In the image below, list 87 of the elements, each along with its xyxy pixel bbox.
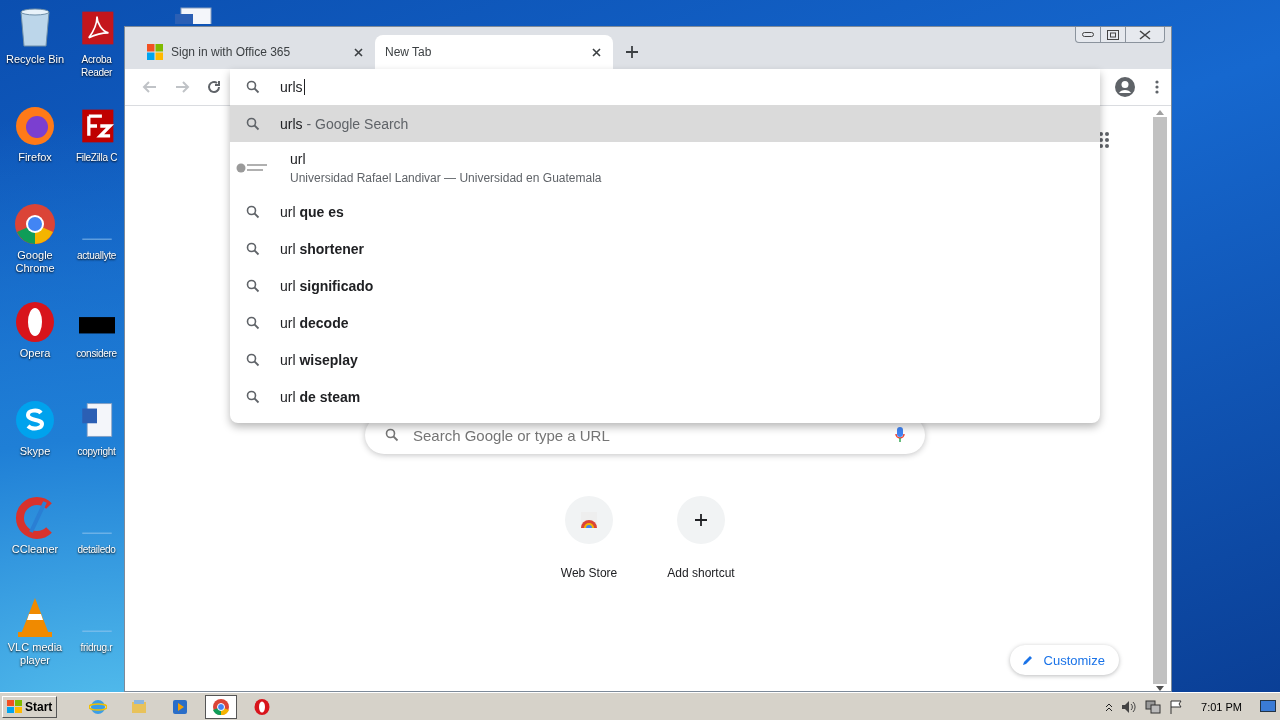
plus-icon: [695, 514, 707, 526]
shortcut-label: Web Store: [560, 566, 618, 580]
search-icon: [246, 315, 260, 330]
shortcut-label: Add shortcut: [667, 566, 735, 580]
folder-icon: [130, 697, 149, 716]
e-globe-icon: [89, 697, 108, 716]
suggestion-text: urls: [280, 115, 303, 132]
rainbow-bag-icon: [579, 512, 599, 528]
search-icon: [246, 80, 260, 94]
desktop-icon-label: considere: [75, 347, 118, 360]
desktop-icon-label: Recycle Bin: [4, 53, 66, 66]
close-icon: [1139, 29, 1151, 40]
search-icon: [246, 241, 260, 256]
search-icon: [246, 116, 260, 131]
close-icon[interactable]: [354, 47, 363, 57]
desktop-icon-label: FileZilla C: [74, 151, 119, 164]
network-icon[interactable]: [1145, 699, 1162, 714]
suggestion-row[interactable]: urls - Google Search: [230, 105, 1100, 142]
suggestion-row[interactable]: url decode: [230, 304, 1100, 341]
search-icon: [246, 278, 260, 293]
suggestion-text: url de steam: [280, 388, 361, 405]
search-icon: [246, 389, 260, 404]
suggestion-row[interactable]: url shortener: [230, 230, 1100, 267]
menu-icon[interactable]: [1155, 80, 1159, 94]
desktop-icon-label: copyright: [76, 445, 117, 458]
suggestion-row[interactable]: url significado: [230, 267, 1100, 304]
scroll-up-icon[interactable]: [1156, 110, 1164, 115]
suggestion-row[interactable]: url que es: [230, 193, 1100, 230]
shortcut-tile[interactable]: [677, 496, 725, 544]
suggestion-row[interactable]: url de steam: [230, 378, 1100, 415]
desktop-icon-label: VLC media player: [6, 641, 64, 667]
desktop-icon-label: Skype: [18, 445, 52, 458]
search-icon: [385, 428, 399, 442]
microphone-icon[interactable]: [895, 427, 905, 443]
suggestion-text: url wiseplay: [280, 351, 358, 368]
desktop-icon-label: Google Chrome: [14, 249, 56, 275]
search-icon: [246, 204, 260, 219]
show-desktop-icon[interactable]: [1260, 699, 1276, 714]
site-logo-icon: [236, 161, 270, 174]
desktop-icon-label: Acroba Reader: [80, 53, 113, 79]
suggestion-text: url significado: [280, 277, 374, 294]
chrome-icon[interactable]: [13, 202, 57, 246]
desktop-icon-label: CCleaner: [10, 543, 60, 556]
restore-icon: [1107, 29, 1119, 40]
start-button[interactable]: Start: [2, 695, 58, 718]
customize-button[interactable]: Customize: [1009, 645, 1119, 675]
close-icon[interactable]: [592, 47, 601, 57]
opera-icon: [253, 697, 272, 716]
suggestion-text: url: [290, 150, 307, 167]
windows-flag-icon: [7, 699, 23, 714]
taskbar-button[interactable]: [205, 694, 238, 719]
desktop-icon-label: fridrug.r: [79, 641, 114, 654]
browser-tab[interactable]: New Tab: [375, 35, 613, 69]
suggestion-text: url shortener: [280, 240, 365, 257]
suggestion-text: url que es: [280, 203, 344, 220]
reload-icon[interactable]: [206, 79, 222, 95]
skype-icon[interactable]: [13, 398, 57, 442]
address-field[interactable]: urls: [280, 79, 305, 95]
four-squares-icon: [147, 44, 163, 60]
browser-tab[interactable]: Sign in with Office 365: [137, 35, 375, 69]
profile-icon[interactable]: [1115, 77, 1135, 97]
desktop-icon-label: actuallyte: [75, 249, 118, 262]
suggestion-row[interactable]: url Universidad Rafael Landivar — Universidad en Guatemala: [230, 142, 1100, 193]
fox-globe-icon[interactable]: [13, 104, 57, 148]
suggestion-description: - Google Search: [305, 115, 409, 132]
pencil-icon: [1021, 654, 1034, 666]
search-icon: [246, 352, 260, 367]
suggestion-description: Universidad Rafael Landivar — Universidad en Guatemala: [290, 170, 602, 185]
suggestion-text: url decode: [280, 314, 349, 331]
suggestion-row[interactable]: url wiseplay: [230, 341, 1100, 378]
minimize-icon: [1082, 31, 1094, 38]
scrollbar[interactable]: [1153, 110, 1167, 691]
shortcut-tile[interactable]: [565, 496, 613, 544]
chevron-up-icon[interactable]: [1105, 701, 1114, 712]
chrome-icon: [212, 697, 231, 716]
new-tab-icon[interactable]: [625, 45, 639, 59]
tab-title: New Tab: [385, 45, 433, 59]
tab-title: Sign in with Office 365: [171, 45, 292, 59]
speaker-icon[interactable]: [1121, 699, 1138, 714]
search-placeholder: Search Google or type a URL: [413, 426, 611, 444]
desktop-icon-label: Firefox: [17, 151, 53, 164]
flag-icon[interactable]: [1169, 699, 1184, 714]
play-icon: [171, 697, 190, 716]
opera-icon[interactable]: [13, 300, 57, 344]
clock[interactable]: 7:01 PM: [1201, 700, 1242, 713]
desktop-icon-label: detailedo: [76, 543, 117, 556]
desktop-icon-label: Opera: [18, 347, 52, 360]
